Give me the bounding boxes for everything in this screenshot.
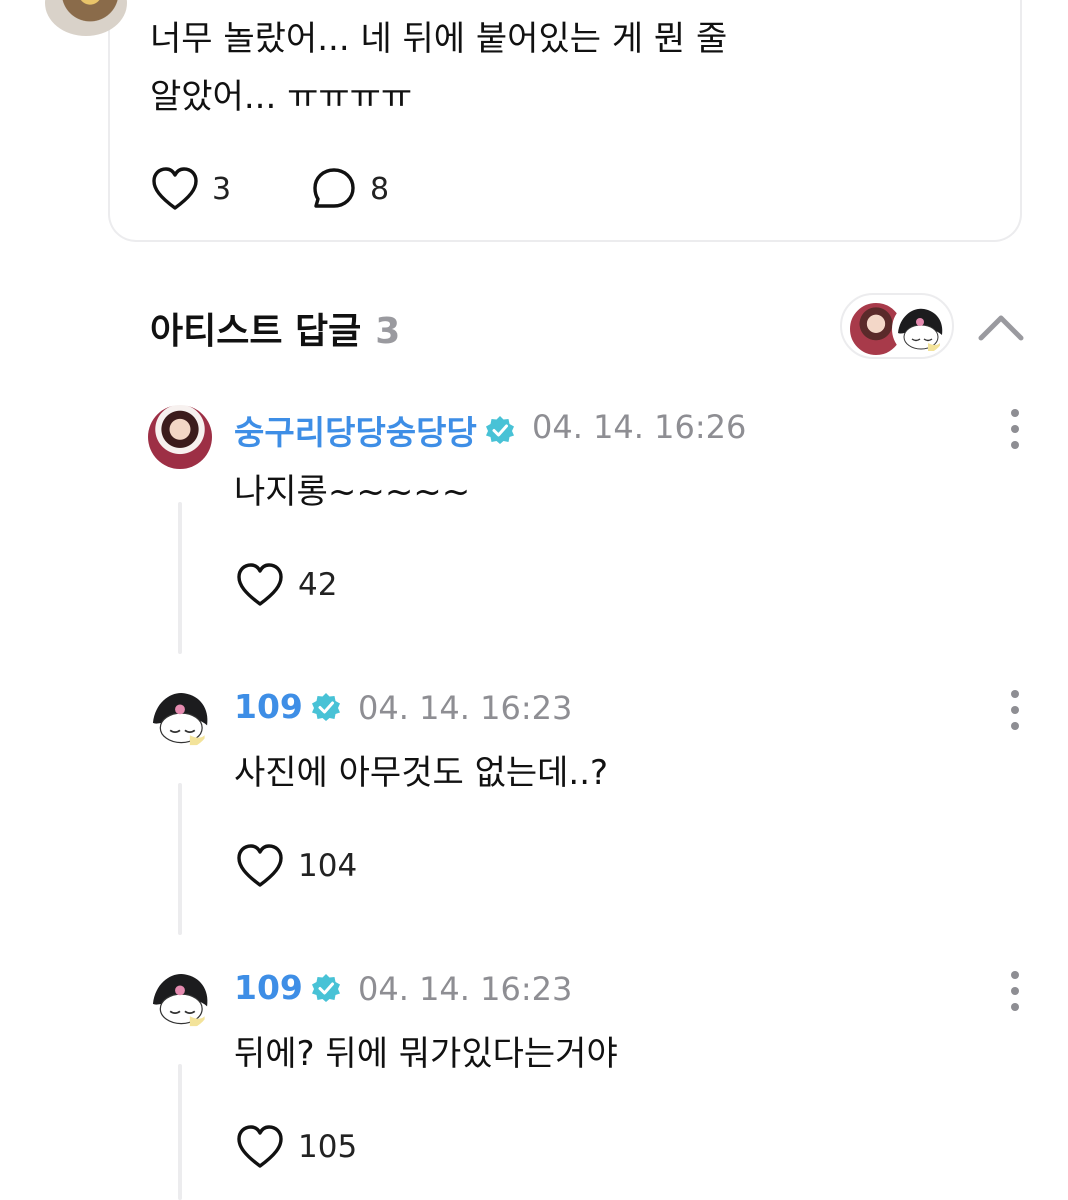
thread-line-3 [178, 1064, 182, 1200]
post-comment-count: 8 [370, 171, 390, 207]
reply-avatar-2[interactable] [148, 686, 212, 750]
heart-outline-icon [237, 844, 283, 887]
reply-author-label-3: 109 [234, 968, 303, 1007]
post-text-line-1: 너무 놀랐어... 네 뒤에 붙어있는 게 뭔 줄 [150, 19, 728, 59]
artist-avatar-2 [892, 301, 948, 357]
post-text: 너무 놀랐어... 네 뒤에 붙어있는 게 뭔 줄 알았어... ㅠㅠㅠㅠ [150, 10, 850, 126]
reply-text-3: 뒤에? 뒤에 뭐가있다는거야 [234, 1034, 618, 1074]
reply-avatar-1[interactable] [148, 405, 212, 469]
reply-like-count-3: 105 [298, 1129, 358, 1165]
more-vertical-icon[interactable] [1000, 404, 1030, 454]
post-like-button[interactable]: 3 [150, 166, 231, 212]
reply-author-label-2: 109 [234, 687, 303, 726]
reply-author-name-3[interactable]: 109 [234, 968, 341, 1007]
more-vertical-icon[interactable] [1000, 966, 1030, 1016]
reply-avatar-3[interactable] [148, 967, 212, 1031]
verified-badge-icon [311, 973, 340, 1002]
reply-like-count-2: 104 [298, 848, 358, 884]
artist-replies-count: 3 [375, 311, 401, 352]
post-like-count: 3 [212, 171, 232, 207]
reply-like-button-2[interactable]: 104 [234, 843, 357, 889]
kuromi-avatar-icon [148, 967, 212, 1031]
verified-badge-icon [485, 416, 514, 444]
speech-bubble-icon [313, 168, 355, 208]
thread-line-2 [178, 783, 182, 935]
reply-time-1: 04. 14. 16:26 [532, 408, 747, 446]
reply-time-3: 04. 14. 16:23 [358, 970, 573, 1008]
reply-text-1: 나지롱~~~~~ [234, 472, 471, 512]
reply-text-2: 사진에 아무것도 없는데..? [234, 753, 609, 793]
thread-line-1 [178, 502, 182, 654]
verified-badge-icon [311, 692, 340, 721]
kuromi-avatar-icon [894, 303, 946, 355]
chevron-up-icon[interactable] [976, 304, 1026, 348]
kuromi-avatar-icon [148, 686, 212, 750]
reply-author-name-1[interactable]: 숭구리당당숭당당 [234, 406, 515, 454]
heart-outline-icon [237, 563, 283, 606]
post-comment-button[interactable]: 8 [310, 166, 389, 212]
reply-like-button-3[interactable]: 105 [234, 1124, 357, 1170]
reply-time-2: 04. 14. 16:23 [358, 689, 573, 727]
post-text-line-2: 알았어... ㅠㅠㅠㅠ [150, 77, 413, 117]
reply-author-label-1: 숭구리당당숭당당 [234, 413, 477, 452]
heart-outline-icon [152, 167, 198, 210]
reply-like-count-1: 42 [298, 567, 338, 603]
reply-like-button-1[interactable]: 42 [234, 562, 337, 608]
artist-replies-label: 아티스트 답글 [150, 311, 362, 352]
artist-avatar-stack[interactable] [840, 293, 954, 359]
artist-replies-title: 아티스트 답글 3 [150, 302, 400, 354]
more-vertical-icon[interactable] [1000, 685, 1030, 735]
reply-author-name-2[interactable]: 109 [234, 687, 341, 726]
heart-outline-icon [237, 1125, 283, 1168]
